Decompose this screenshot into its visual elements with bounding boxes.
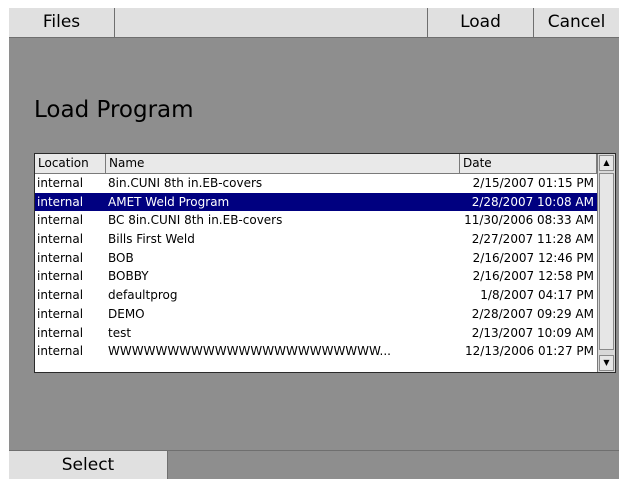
table-row[interactable]: internal BOBBY 2/16/2007 12:58 PM — [35, 267, 597, 287]
cell-location: internal — [37, 176, 84, 190]
column-header-location[interactable]: Location — [35, 154, 106, 173]
up-arrow-icon[interactable]: ▲ — [599, 155, 614, 171]
cell-location: internal — [37, 306, 84, 321]
select-button[interactable]: Select — [9, 451, 168, 479]
cell-date: 1/8/2007 04:17 PM — [480, 288, 594, 303]
table-row[interactable]: internal BOB 2/16/2007 12:46 PM — [35, 248, 597, 268]
cancel-button[interactable]: Cancel — [534, 8, 619, 37]
cell-name: BOBBY — [108, 269, 149, 284]
load-button[interactable]: Load — [428, 8, 534, 37]
cell-name: test — [108, 325, 132, 340]
cell-date: 2/13/2007 10:09 AM — [471, 325, 594, 340]
cell-name: Bills First Weld — [108, 232, 195, 247]
files-button[interactable]: Files — [9, 8, 115, 37]
table-row[interactable]: internal DEMO 2/28/2007 09:29 AM — [35, 304, 597, 324]
top-toolbar: Files Load Cancel — [9, 8, 619, 38]
cell-name: WWWWWWWWWWWWWWWWWWWWWWW... — [108, 344, 391, 359]
table-row[interactable]: internal 8in.CUNI 8th in.EB-covers 2/15/… — [35, 174, 597, 193]
program-table: Location Name Date internal 8in.CUNI 8th… — [34, 153, 616, 373]
cell-date: 2/15/2007 01:15 PM — [472, 176, 594, 190]
cell-name: BOB — [108, 250, 134, 265]
column-header-name[interactable]: Name — [106, 154, 460, 173]
cell-name: 8in.CUNI 8th in.EB-covers — [108, 176, 263, 190]
vertical-scrollbar[interactable]: ▲ ▼ — [597, 154, 615, 372]
table-row[interactable]: internal defaultprog 1/8/2007 04:17 PM — [35, 286, 597, 305]
table-header: Location Name Date — [35, 154, 597, 174]
toolbar-spacer — [115, 8, 428, 37]
cell-date: 11/30/2006 08:33 AM — [464, 213, 594, 228]
cell-location: internal — [37, 269, 84, 284]
cell-date: 2/16/2007 12:46 PM — [472, 250, 594, 265]
cell-date: 2/28/2007 09:29 AM — [471, 306, 594, 321]
cell-name: AMET Weld Program — [108, 194, 230, 209]
table-row[interactable]: internal Bills First Weld 2/27/2007 11:2… — [35, 230, 597, 249]
scrollbar-thumb[interactable] — [599, 173, 614, 350]
table-row[interactable]: internal BC 8in.CUNI 8th in.EB-covers 11… — [35, 211, 597, 231]
cell-location: internal — [37, 288, 84, 303]
cell-location: internal — [37, 344, 84, 359]
table-body: internal 8in.CUNI 8th in.EB-covers 2/15/… — [35, 174, 597, 361]
table-row[interactable]: internal test 2/13/2007 10:09 AM — [35, 323, 597, 343]
bottom-toolbar: Select — [9, 450, 619, 479]
column-header-date[interactable]: Date — [460, 154, 597, 173]
cell-name: DEMO — [108, 306, 145, 321]
cell-location: internal — [37, 325, 84, 340]
cell-name: BC 8in.CUNI 8th in.EB-covers — [108, 213, 283, 228]
cell-date: 2/28/2007 10:08 AM — [471, 194, 594, 209]
cell-location: internal — [37, 250, 84, 265]
cell-name: defaultprog — [108, 288, 178, 303]
cell-date: 2/16/2007 12:58 PM — [472, 269, 594, 284]
cell-location: internal — [37, 213, 84, 228]
load-program-screen: Files Load Cancel Load Program Location … — [9, 8, 619, 479]
cell-location: internal — [37, 232, 84, 247]
down-arrow-icon[interactable]: ▼ — [599, 355, 614, 371]
cell-date: 12/13/2006 01:27 PM — [465, 344, 594, 359]
cell-location: internal — [37, 194, 84, 209]
table-row[interactable]: internal WWWWWWWWWWWWWWWWWWWWWWW... 12/1… — [35, 342, 597, 361]
table-row-selected[interactable]: internal AMET Weld Program 2/28/2007 10:… — [35, 192, 597, 212]
cell-date: 2/27/2007 11:28 AM — [471, 232, 594, 247]
page-title: Load Program — [34, 97, 194, 123]
